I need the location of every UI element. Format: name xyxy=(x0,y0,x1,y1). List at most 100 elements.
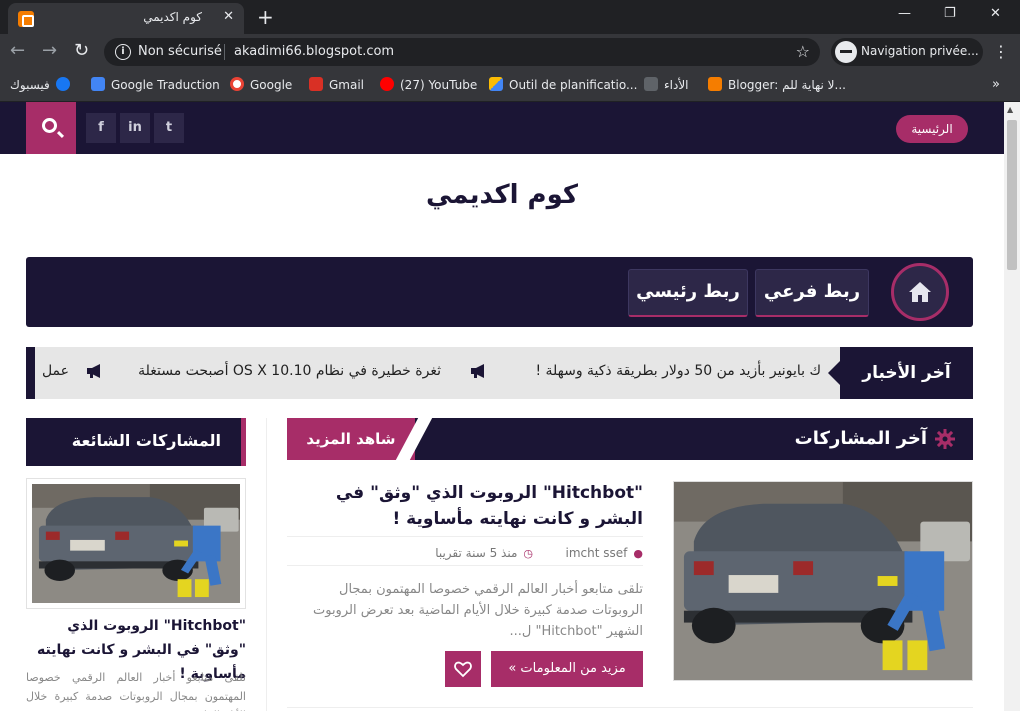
home-link[interactable]: الرئيسية xyxy=(896,115,968,143)
megaphone-icon xyxy=(471,364,484,378)
scroll-up-icon[interactable]: ▲ xyxy=(1007,105,1013,114)
translate-icon xyxy=(91,77,105,91)
bookmark-performance[interactable]: الأداء xyxy=(644,77,689,95)
sidebar-title: المشاركات الشائعة xyxy=(71,431,221,450)
gear-icon xyxy=(935,429,955,449)
maximize-icon[interactable]: ❐ xyxy=(944,6,956,21)
google-icon xyxy=(230,77,244,91)
linkedin-social-icon[interactable]: in xyxy=(120,113,150,143)
address-bar[interactable]: i Non sécurisé akadimi66.blogspot.com ☆ xyxy=(104,38,820,66)
bookmark-label: Blogger: لا نهاية للم... xyxy=(728,78,846,92)
incognito-label: Navigation privée... xyxy=(861,44,979,58)
bookmark-google[interactable]: Google xyxy=(230,77,292,95)
post-meta: ● imcht ssef ◷ منذ 5 سنة تقريبا xyxy=(287,536,643,566)
facebook-icon xyxy=(55,77,70,91)
sidebar-post-excerpt: تلقى متابعو أخبار العالم الرقمي خصوصا ال… xyxy=(26,671,246,711)
bookmarks-bar: فيسبوك Google Traduction Google Gmail (2… xyxy=(0,70,1020,102)
separator xyxy=(224,44,225,60)
home-icon xyxy=(909,282,931,302)
bookmark-label: الأداء xyxy=(664,78,689,92)
site-title[interactable]: كوم اكديمي xyxy=(0,180,1004,210)
clock-icon: ◷ xyxy=(523,547,533,560)
post-date: ◷ منذ 5 سنة تقريبا xyxy=(435,546,533,560)
menu-item-sub-link[interactable]: ربط فرعي xyxy=(755,269,869,317)
date-text: منذ 5 سنة تقريبا xyxy=(435,546,518,560)
sidebar-image-frame xyxy=(32,484,240,603)
gmail-icon xyxy=(309,77,323,91)
browser-tab[interactable]: كوم اكديمي ✕ xyxy=(8,3,244,34)
post-excerpt: تلقى متابعو أخبار العالم الرقمي خصوصا ال… xyxy=(312,582,643,639)
back-icon[interactable]: ← xyxy=(10,40,25,61)
facebook-social-icon[interactable]: f xyxy=(86,113,116,143)
latest-posts-header: شاهد المزيد آخر المشاركات xyxy=(287,418,973,460)
bookmark-star-icon[interactable]: ☆ xyxy=(796,42,810,61)
minimize-icon[interactable]: — xyxy=(898,6,911,21)
column-divider xyxy=(266,418,267,711)
scrollbar-thumb[interactable] xyxy=(1007,120,1017,270)
ticker-label: آخر الأخبار xyxy=(828,347,973,399)
post-thumbnail[interactable] xyxy=(673,481,973,681)
browser-tabstrip: كوم اكديمي ✕ + — ❐ ✕ xyxy=(0,0,1020,34)
performance-icon xyxy=(644,77,658,91)
browser-toolbar: ← → ↻ i Non sécurisé akadimi66.blogspot.… xyxy=(0,34,1020,70)
reload-icon[interactable]: ↻ xyxy=(74,40,89,61)
post-title-link[interactable]: "Hitchbot" الروبوت الذي "وثق" في البشر و… xyxy=(287,480,643,532)
news-ticker: آخر الأخبار ك بايونير بأزيد من 50 دولار … xyxy=(26,347,973,399)
security-label: Non sécurisé xyxy=(138,44,222,59)
heart-icon xyxy=(454,661,472,678)
ticker-item[interactable]: ك بايونير بأزيد من 50 دولار بطريقة ذكية … xyxy=(535,363,821,379)
ticker-edge xyxy=(26,347,35,399)
twitter-social-icon[interactable]: t xyxy=(154,113,184,143)
youtube-icon xyxy=(380,77,394,91)
search-button[interactable] xyxy=(26,102,76,154)
bookmark-facebook[interactable]: فيسبوك xyxy=(10,77,70,95)
bookmark-label: Google Traduction xyxy=(111,78,220,92)
web-page: f in t الرئيسية كوم اكديمي ربط فرعي ربط … xyxy=(0,102,1004,711)
hitchbot-photo xyxy=(674,482,972,680)
close-window-icon[interactable]: ✕ xyxy=(990,6,1001,21)
bookmark-label: فيسبوك xyxy=(10,78,50,92)
tab-title: كوم اكديمي xyxy=(143,10,202,24)
megaphone-icon xyxy=(87,364,100,378)
bookmark-label: Google xyxy=(250,78,293,92)
see-more-button[interactable]: شاهد المزيد xyxy=(287,418,415,460)
sidebar-thumbnail[interactable] xyxy=(26,478,246,609)
forward-icon[interactable]: → xyxy=(42,40,57,61)
home-button[interactable] xyxy=(891,263,949,321)
post-author[interactable]: ● imcht ssef xyxy=(566,546,643,560)
menu-item-main-link[interactable]: ربط رئيسي xyxy=(628,269,748,317)
main-menu: ربط فرعي ربط رئيسي xyxy=(26,257,973,327)
incognito-icon xyxy=(835,41,857,63)
url-text[interactable]: akadimi66.blogspot.com xyxy=(234,44,394,59)
post-divider xyxy=(287,707,973,708)
site-topbar: f in t الرئيسية xyxy=(0,102,1004,154)
read-more-button[interactable]: مزيد من المعلومات » xyxy=(491,651,643,687)
tab-close-icon[interactable]: ✕ xyxy=(223,9,234,24)
blogger-icon xyxy=(708,77,722,91)
page-scrollbar[interactable]: ▲ xyxy=(1004,102,1020,711)
bookmark-label: Outil de planificatio... xyxy=(509,78,638,92)
incognito-chip[interactable]: Navigation privée... xyxy=(831,38,983,66)
bookmark-blogger[interactable]: Blogger: لا نهاية للم... xyxy=(708,77,846,95)
ticker-item[interactable]: عمل xyxy=(42,363,69,379)
ads-icon xyxy=(489,77,503,91)
user-icon: ● xyxy=(633,547,643,560)
info-icon[interactable]: i xyxy=(115,44,131,60)
bookmark-ads[interactable]: Outil de planificatio... xyxy=(489,77,637,95)
section-title: آخر المشاركات xyxy=(794,428,927,449)
more-bookmarks-icon[interactable]: » xyxy=(992,77,1000,95)
bookmark-youtube[interactable]: (27) YouTube xyxy=(380,77,477,95)
bookmark-gmail[interactable]: Gmail xyxy=(309,77,364,95)
bookmark-label: Gmail xyxy=(329,78,365,92)
blogger-icon xyxy=(18,11,34,27)
hitchbot-photo xyxy=(32,484,240,603)
bookmark-translate[interactable]: Google Traduction xyxy=(91,77,220,95)
popular-posts-header: المشاركات الشائعة xyxy=(26,418,246,466)
menu-icon[interactable]: ⋮ xyxy=(993,42,1009,61)
ticker-item[interactable]: ثغرة خطيرة في نظام OS X 10.10 أصبحت مستغ… xyxy=(138,363,441,379)
new-tab-button[interactable]: + xyxy=(257,5,274,29)
bookmark-label: (27) YouTube xyxy=(400,78,478,92)
author-name: imcht ssef xyxy=(565,546,628,560)
like-button[interactable] xyxy=(445,651,481,687)
search-icon xyxy=(42,118,57,133)
